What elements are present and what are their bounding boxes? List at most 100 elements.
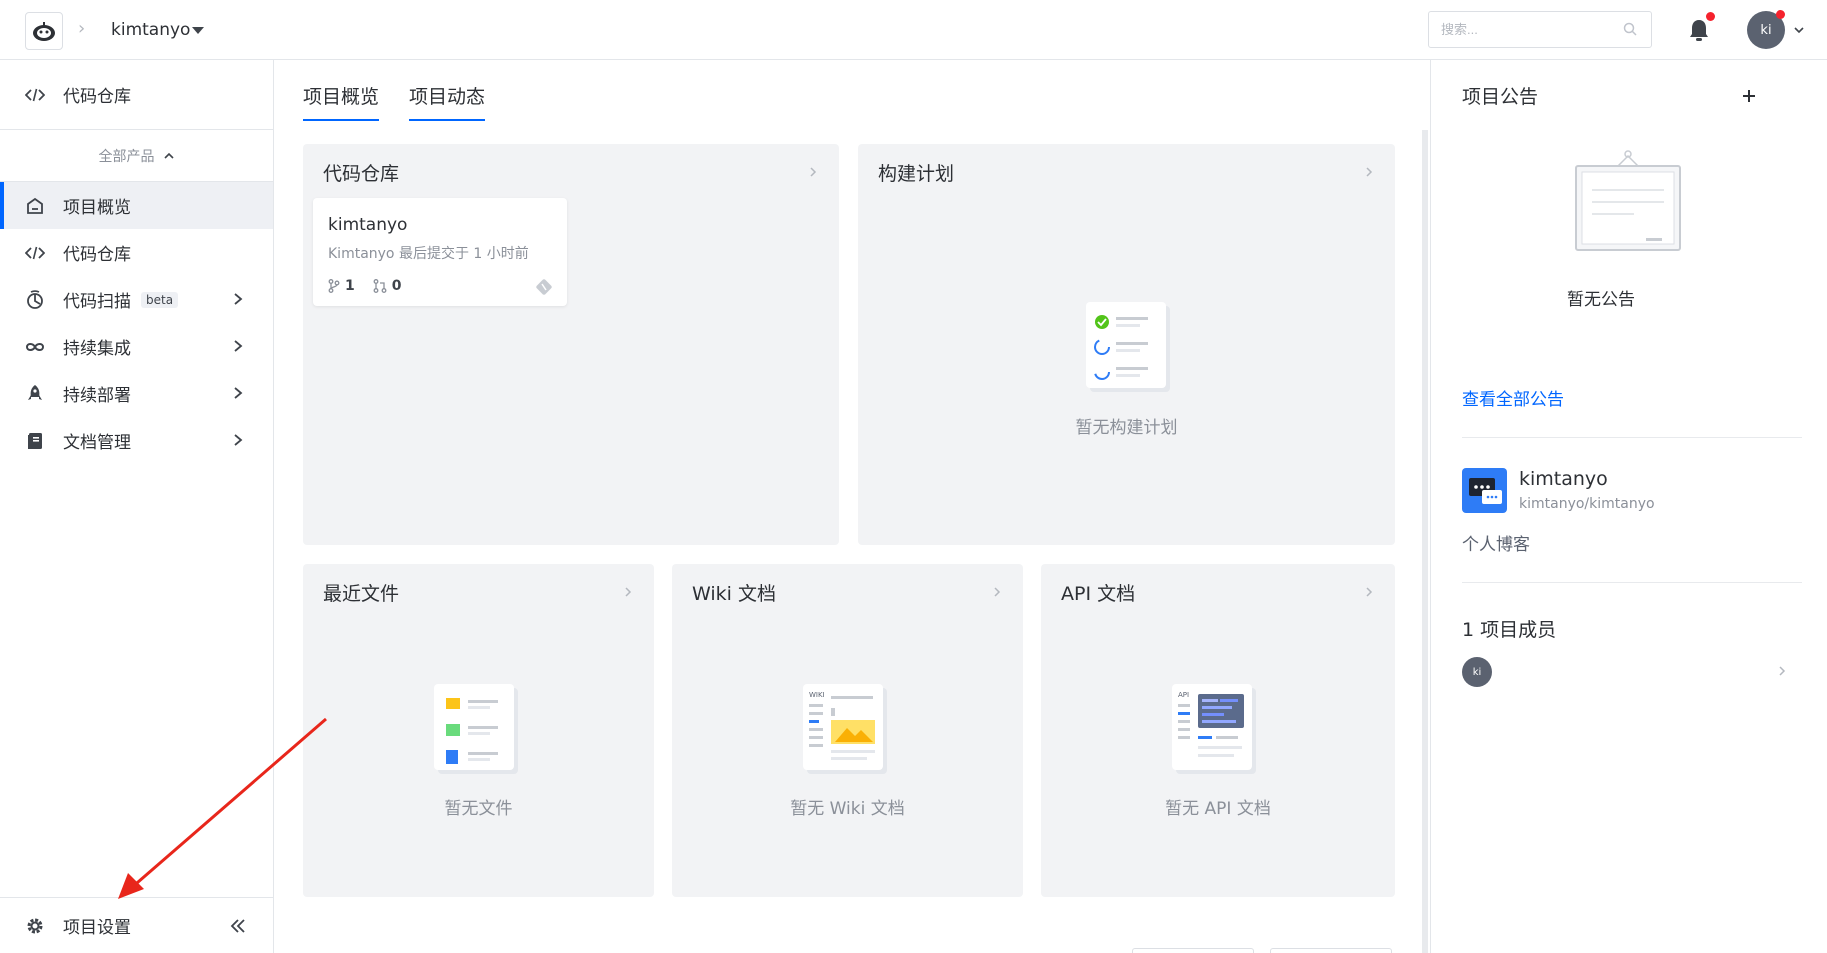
avatar-notification-dot [1776, 10, 1785, 19]
card-title: API 文档 [1061, 583, 1136, 605]
sidebar-repo-shortcut[interactable]: 代码仓库 [0, 60, 273, 130]
rocket-icon [25, 384, 45, 404]
chevron-right-icon[interactable] [1776, 665, 1788, 677]
build-plan-illustration [1086, 302, 1170, 392]
sidebar-item-label: 代码仓库 [63, 245, 131, 265]
chevron-down-icon[interactable] [1793, 24, 1805, 36]
repo-item[interactable]: kimtanyo Kimtanyo 最后提交于 1 小时前 1 0 [313, 198, 567, 306]
build-plan-empty-text: 暂无构建计划 [1075, 418, 1178, 438]
search-icon[interactable] [1623, 22, 1637, 36]
sidebar-repo-label: 代码仓库 [63, 87, 131, 107]
project-name[interactable]: kimtanyo [1519, 468, 1608, 490]
bottom-button[interactable] [1132, 948, 1254, 953]
merge-request-icon [373, 279, 387, 293]
card-title: 构建计划 [878, 163, 955, 185]
sidebar-item-cd[interactable]: 持续部署 [0, 370, 273, 417]
sidebar-item-overview[interactable]: 项目概览 [0, 182, 273, 229]
branch-icon [328, 279, 340, 293]
view-all-announcements-link[interactable]: 查看全部公告 [1462, 385, 1564, 410]
avatar-initials: ki [1760, 22, 1772, 38]
logo-icon [33, 22, 55, 41]
sidebar-item-label: 项目概览 [63, 198, 131, 218]
chevron-right-icon[interactable] [622, 586, 634, 598]
chevron-right-icon [234, 434, 243, 446]
top-bar: › kimtanyo ki [0, 0, 1827, 60]
infinity-icon [25, 337, 45, 357]
chevron-right-icon [234, 293, 243, 305]
collapse-sidebar-icon[interactable] [229, 917, 247, 935]
member-avatar[interactable]: ki [1462, 657, 1492, 687]
member-initials: ki [1472, 666, 1482, 678]
main-scrollbar[interactable] [1422, 130, 1428, 953]
chevron-up-icon [163, 152, 174, 159]
caret-down-icon[interactable] [192, 27, 204, 34]
recent-files-card[interactable]: 最近文件 暂无文件 [303, 564, 654, 897]
sidebar-item-label: 持续部署 [63, 386, 131, 406]
divider [1462, 437, 1802, 438]
search-input[interactable] [1428, 11, 1652, 48]
chevron-right-icon [234, 387, 243, 399]
project-icon [1462, 468, 1507, 513]
repo-last-commit: Kimtanyo 最后提交于 1 小时前 [328, 246, 529, 262]
branch-count-value: 1 [345, 278, 355, 294]
api-illustration: API [1172, 684, 1256, 774]
branch-count: 1 [328, 278, 355, 294]
all-products-label: 全部产品 [98, 148, 155, 165]
logo-button[interactable] [25, 12, 63, 50]
sidebar-item-repo[interactable]: 代码仓库 [0, 229, 273, 276]
beta-badge: beta [141, 291, 179, 308]
files-illustration [434, 684, 518, 774]
api-empty-text: 暂无 API 文档 [1165, 799, 1271, 819]
sidebar-item-docs[interactable]: 文档管理 [0, 417, 273, 464]
bottom-button[interactable] [1270, 948, 1392, 953]
sidebar-item-ci[interactable]: 持续集成 [0, 323, 273, 370]
wiki-illustration: WIKI [803, 684, 887, 774]
members-title: 1 项目成员 [1462, 619, 1557, 641]
git-icon [536, 279, 552, 295]
tab-overview[interactable]: 项目概览 [303, 82, 380, 121]
announcement-title: 项目公告 [1462, 86, 1539, 108]
merge-request-count-value: 0 [391, 278, 402, 294]
chevron-right-icon[interactable] [1363, 166, 1375, 178]
main-content: 项目概览 项目动态 代码仓库 kimtanyo Kimtanyo 最后提交于 1… [275, 60, 1430, 953]
announcement-board-illustration [1575, 150, 1681, 251]
sidebar-item-label: 文档管理 [63, 433, 131, 453]
svg-text:API: API [1178, 691, 1189, 699]
all-products-toggle[interactable]: 全部产品 [0, 130, 273, 182]
project-settings-item[interactable]: 项目设置 [0, 897, 273, 953]
project-switcher-label[interactable]: kimtanyo [111, 20, 190, 40]
code-icon [25, 85, 45, 105]
breadcrumb-chevron-icon: › [78, 18, 86, 39]
tab-activity[interactable]: 项目动态 [409, 82, 486, 121]
right-panel: 项目公告 暂无公告 查看全部公告 kimtanyo kimtanyo/kimta… [1430, 60, 1827, 953]
annotation-arrow [118, 717, 327, 899]
chevron-right-icon[interactable] [1363, 586, 1375, 598]
repo-card[interactable]: 代码仓库 kimtanyo Kimtanyo 最后提交于 1 小时前 1 0 [303, 144, 839, 545]
notification-dot [1706, 12, 1715, 21]
add-announcement-icon[interactable] [1741, 88, 1757, 104]
svg-text:WIKI: WIKI [809, 691, 825, 699]
api-docs-card[interactable]: API 文档 API 暂无 API 文档 [1041, 564, 1395, 897]
bell-icon[interactable] [1688, 18, 1710, 42]
sidebar-item-scan[interactable]: 代码扫描 beta [0, 276, 273, 323]
project-settings-label: 项目设置 [63, 918, 131, 938]
project-path: kimtanyo/kimtanyo [1519, 496, 1655, 512]
project-description: 个人博客 [1462, 535, 1530, 555]
scan-icon [25, 289, 45, 310]
chevron-right-icon[interactable] [991, 586, 1003, 598]
document-icon [25, 431, 45, 451]
chevron-right-icon [234, 340, 243, 352]
merge-request-count: 0 [373, 278, 402, 294]
chevron-right-icon[interactable] [807, 166, 819, 178]
repo-name: kimtanyo [328, 215, 408, 235]
wiki-card[interactable]: Wiki 文档 WIKI 暂无 Wiki 文档 [672, 564, 1023, 897]
card-title: Wiki 文档 [692, 583, 776, 605]
wiki-empty-text: 暂无 Wiki 文档 [790, 799, 905, 819]
sidebar-item-label: 代码扫描 [63, 292, 131, 312]
code-icon [25, 243, 45, 263]
sidebar-item-label: 持续集成 [63, 339, 131, 359]
sidebar-menu: 项目概览 代码仓库 代码扫描 beta 持续集成 持续部署 文档管理 [0, 182, 273, 464]
gear-icon [25, 916, 45, 936]
build-plan-card[interactable]: 构建计划 暂无构建计划 [858, 144, 1395, 545]
files-empty-text: 暂无文件 [444, 799, 513, 819]
